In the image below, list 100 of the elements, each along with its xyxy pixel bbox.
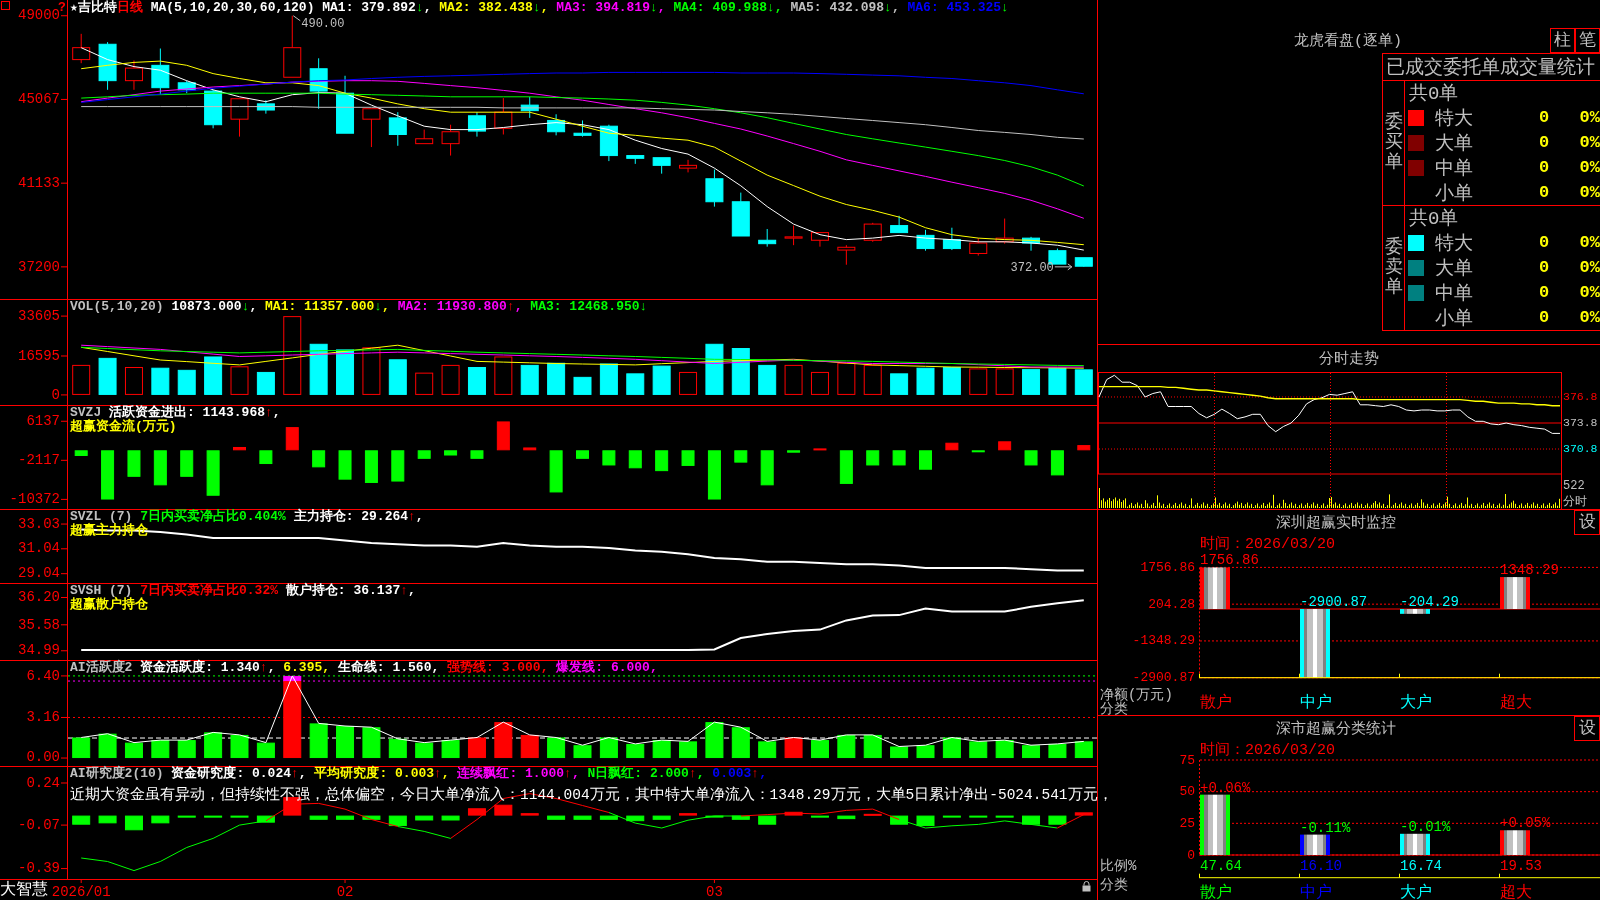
app-logo-text: 大智慧 [0,881,48,899]
trend-arrow: ↓, [374,300,390,314]
data-label: -2900.87 [1300,594,1368,610]
axis-label: 41133 [18,174,60,191]
percent-value: 0% [1579,233,1600,252]
date-label: 03 [706,884,723,900]
indicator-label: 爆发线: 6.000, [556,661,658,675]
percent-value: 0% [1579,283,1600,302]
axis-label: 1756.86 [1140,559,1195,575]
indicator-label: 7日内买卖净占比0.404% [140,510,286,524]
indicator-label: 强势线: 3.000, [447,661,549,675]
trend-arrow: ↓, [767,1,783,15]
axis-label: -1348.29 [1132,633,1195,649]
axis-label: 25 [1179,815,1195,831]
value-label: 47.64 [1200,858,1242,874]
indicator-label: 0.003 [712,767,752,781]
value-label: 16.74 [1400,858,1442,874]
change-label: +0.05% [1500,815,1551,832]
indicator-label: MA3: 12468.950 [530,300,640,314]
value-label: 19.53 [1500,858,1542,874]
indicator-label: AI研究度2(10) [70,767,164,781]
axis-label: 376.8 [1563,390,1598,404]
count-value: 0 [1538,308,1550,327]
trend-arrow: ↑, [434,767,450,781]
value-label: 16.10 [1300,858,1342,874]
order-size-label: 大单 [1435,132,1473,155]
axis-label: 31.04 [18,540,60,557]
indicator-label: MA2: 382.438 [439,1,533,15]
category-label: 中户 [1300,883,1332,900]
axis-label: -0.39 [18,860,60,877]
axis-title: 比例% [1100,858,1137,874]
axis-label: 分时 [1563,495,1587,509]
indicator-label: 散户持仓: 36.137 [285,584,401,598]
trend-arrow: ↑, [259,661,276,675]
trend-arrow: ↓, [415,1,432,15]
total-count: 共0单 [1409,82,1459,106]
axis-label: 36.20 [18,589,60,606]
change-label: -0.11% [1300,819,1351,836]
axis-label: -10372 [9,491,60,508]
percent-value: 0% [1579,183,1600,202]
axis-label: 204.28 [1148,596,1195,612]
axis-label: 45067 [18,91,60,108]
indicator-label: 资金研究度: 0.024 [171,767,291,781]
table-title: 已成交委托单成交量统计 [1386,56,1595,80]
order-size-label: 中单 [1435,282,1473,305]
category-label: 超大 [1500,693,1532,712]
trend-arrow: ↑, [506,300,523,314]
trend-arrow: ↓, [241,300,258,314]
count-value: 0 [1538,183,1550,202]
axis-label: 29.04 [18,565,60,582]
category-label: 大户 [1400,693,1432,712]
category-label: 散户 [1200,883,1232,900]
indicator-label: AI活跃度2 [70,661,133,675]
order-size-label: 特大 [1435,232,1473,255]
trend-arrow: ↑, [400,584,416,598]
panel-title: 龙虎看盘(逐单) [1294,31,1402,50]
indicator-label: 日线 [116,1,143,15]
data-label: -204.29 [1400,594,1459,610]
order-size-label: 中单 [1435,157,1473,180]
axis-label: -0.07 [18,816,60,833]
count-value: 0 [1538,283,1550,302]
indicator-label: 活跃资金进出: 1143.968 [109,406,266,420]
indicator-label: 6.395, [283,661,331,675]
category-label: 散户 [1200,693,1232,712]
indicator-label: 资金活跃度: 1.340 [140,661,260,675]
date-text: 时间：2026/03/20 [1200,536,1335,553]
axis-label: 75 [1179,752,1195,768]
axis-label: 6.40 [26,667,60,684]
axis-title: 分类 [1100,877,1128,893]
trend-arrow: ↓ [639,300,648,314]
indicator-label: N日飘红: 2.000 [587,767,689,781]
trend-arrow: ↓, [532,1,549,15]
indicator-label: MA3: 394.819 [556,1,650,15]
trend-arrow: ↓ [1001,1,1009,15]
group-label: 委买单 [1384,113,1403,173]
section-title: 深圳超赢实时监控 [1276,513,1396,532]
percent-value: 0% [1579,308,1600,327]
axis-label: 373.8 [1563,416,1598,430]
trend-arrow: ↑, [564,767,580,781]
axis-label: 49000 [18,7,60,24]
axis-label: 16595 [18,347,60,364]
axis-label: 0.24 [26,774,60,791]
indicator-label: MA1: 11357.000 [265,300,375,314]
indicator-label: 7日内买卖净占比0.32% [140,584,279,598]
axis-label: -2900.87 [1132,670,1195,686]
order-size-label: 大单 [1435,257,1473,280]
count-value: 0 [1538,108,1550,127]
axis-label: 35.58 [18,616,60,633]
count-value: 0 [1538,158,1550,177]
category-label: 中户 [1300,693,1332,712]
count-value: 0 [1538,258,1550,277]
axis-label: 370.8 [1563,442,1598,456]
axis-label: 50 [1179,784,1195,800]
indicator-label: MA6: 453.325 [907,1,1002,15]
date-label: 02 [336,884,354,900]
trend-arrow: ↑, [688,767,705,781]
indicator-label: ★吉比特 [70,1,117,15]
indicator-label: 生命线: 1.560, [337,661,440,675]
section-title: 深市超赢分类统计 [1276,719,1396,738]
percent-value: 0% [1579,108,1600,127]
